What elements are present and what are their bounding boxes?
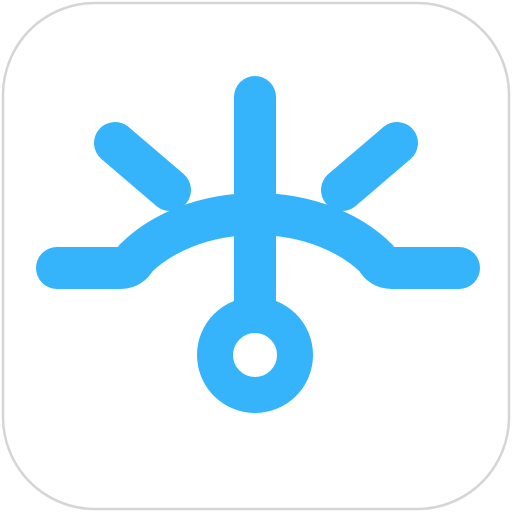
- helm-gauge-icon: [1, 1, 511, 511]
- app-icon-tile[interactable]: [0, 0, 512, 512]
